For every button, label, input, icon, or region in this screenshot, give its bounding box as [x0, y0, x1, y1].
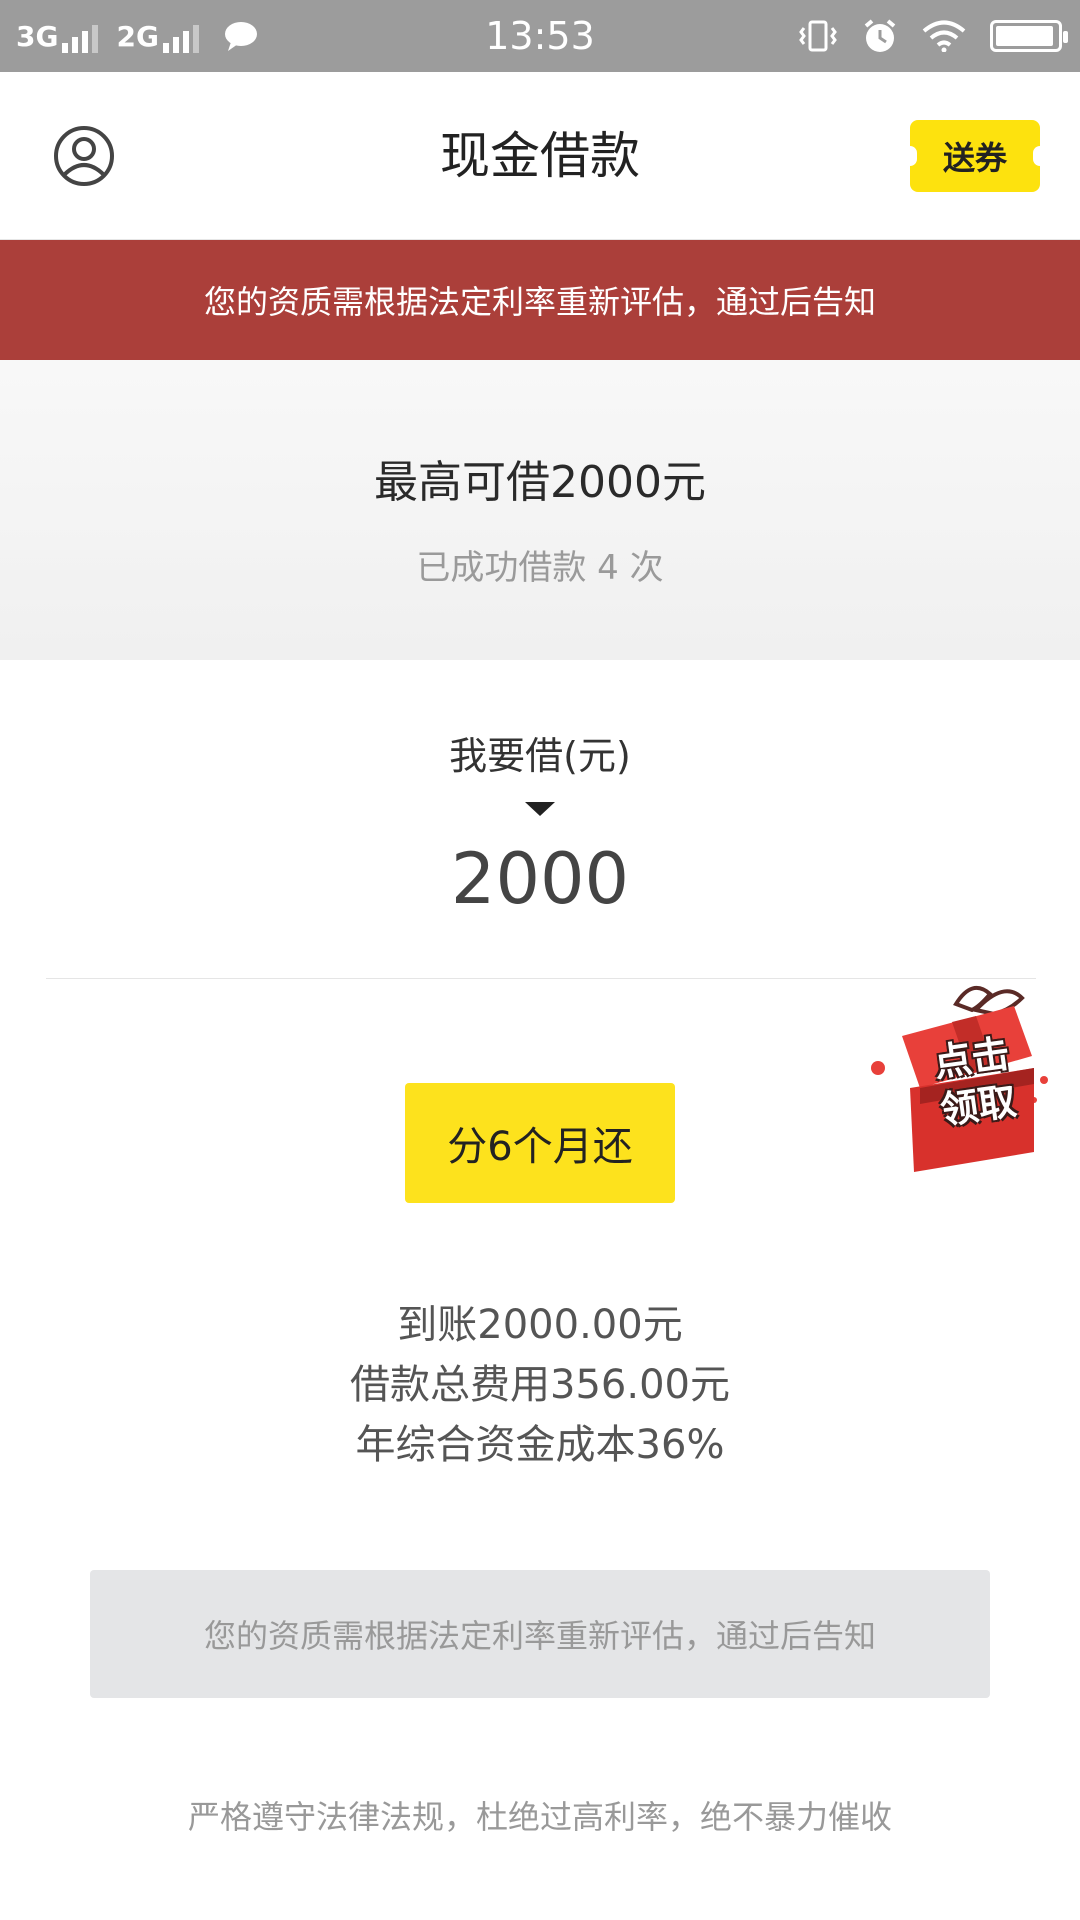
loan-count: 已成功借款 4 次: [416, 548, 664, 588]
wifi-icon: [922, 20, 966, 52]
caret-down-icon: [525, 802, 555, 816]
battery-icon: [990, 20, 1068, 52]
compliance-note: 严格遵守法律法规，杜绝过高利率，绝不暴力催收: [187, 1798, 892, 1836]
chat-bubble-icon: [224, 22, 257, 51]
gift-label: 点击 领取: [904, 1025, 1046, 1138]
network-2g-label: 2G: [116, 19, 159, 53]
total-fee: 借款总费用356.00元: [350, 1362, 730, 1408]
repayment-term-button[interactable]: 分6个月还: [405, 1083, 675, 1203]
received-amount: 到账2000.00元: [397, 1302, 683, 1348]
notice-banner: 您的资质需根据法定利率重新评估，通过后告知: [0, 240, 1080, 360]
signal-bars-icon: [62, 24, 99, 53]
fee-summary: 到账2000.00元 借款总费用356.00元 年综合资金成本36%: [0, 1295, 1080, 1475]
amount-label: 我要借(元): [449, 734, 631, 778]
network-2g: 2G: [116, 19, 199, 53]
status-bar: 3G 2G 13:53: [0, 0, 1080, 72]
gift-claim-button[interactable]: 点击 领取: [864, 976, 1064, 1176]
battery-level: [996, 26, 1053, 46]
network-3g-label: 3G: [16, 19, 59, 53]
annual-cost: 年综合资金成本36%: [355, 1422, 725, 1468]
network-3g: 3G: [16, 19, 99, 53]
status-bar-right: [798, 0, 1068, 72]
alarm-icon: [864, 19, 896, 52]
signal-bars-icon: [162, 24, 199, 53]
coupon-button[interactable]: 送券: [903, 120, 1047, 192]
profile-button[interactable]: [52, 124, 116, 188]
quota-panel: 最高可借2000元 已成功借款 4 次: [0, 360, 1080, 660]
app-header: 现金借款 送券: [0, 72, 1080, 240]
user-icon: [54, 126, 114, 186]
max-loan-amount: 最高可借2000元: [374, 457, 706, 508]
amount-selector[interactable]: 2000: [0, 838, 1080, 920]
vibrate-icon: [799, 20, 837, 52]
borrow-button-disabled[interactable]: 您的资质需根据法定利率重新评估，通过后告知: [90, 1570, 990, 1698]
status-bar-left: 3G 2G: [16, 0, 259, 72]
